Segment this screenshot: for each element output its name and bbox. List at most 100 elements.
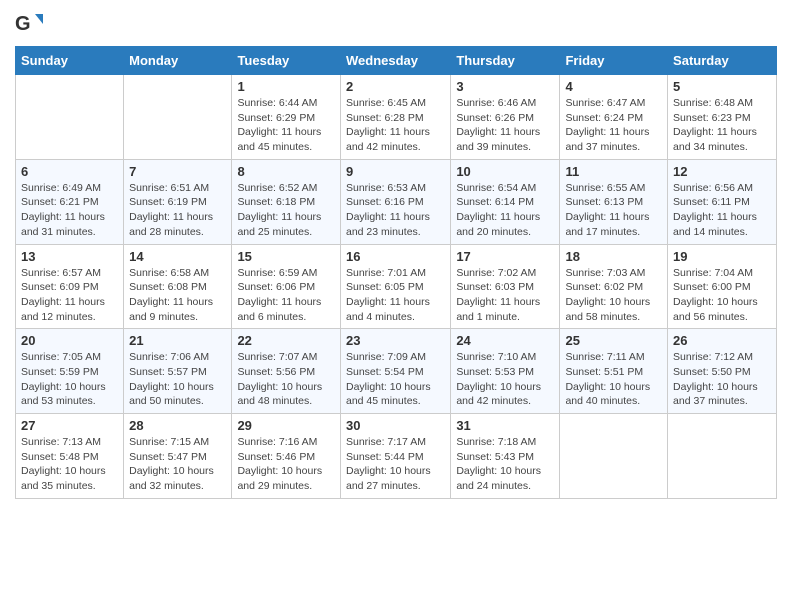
col-header-tuesday: Tuesday [232, 47, 341, 75]
week-row-3: 13Sunrise: 6:57 AM Sunset: 6:09 PM Dayli… [16, 244, 777, 329]
day-number: 24 [456, 333, 554, 348]
day-info: Sunrise: 7:01 AM Sunset: 6:05 PM Dayligh… [346, 266, 445, 325]
day-number: 4 [565, 79, 662, 94]
calendar-cell: 1 Sunrise: 6:44 AM Sunset: 6:29 PM Daylig… [232, 75, 341, 160]
calendar-cell: 11 Sunrise: 6:55 AM Sunset: 6:13 PM Dayli… [560, 159, 668, 244]
col-header-saturday: Saturday [668, 47, 777, 75]
page-header: G [15, 10, 777, 38]
calendar-cell: 6 Sunrise: 6:49 AM Sunset: 6:21 PM Daylig… [16, 159, 124, 244]
calendar-cell: 5 Sunrise: 6:48 AM Sunset: 6:23 PM Daylig… [668, 75, 777, 160]
day-info: Sunrise: 6:55 AM Sunset: 6:13 PM Dayligh… [565, 181, 662, 240]
calendar-cell: 25 Sunrise: 7:11 AM Sunset: 5:51 PM Dayli… [560, 329, 668, 414]
day-info: Sunrise: 7:05 AM Sunset: 5:59 PM Dayligh… [21, 350, 118, 409]
day-number: 10 [456, 164, 554, 179]
day-info: Sunrise: 7:10 AM Sunset: 5:53 PM Dayligh… [456, 350, 554, 409]
day-info: Sunrise: 7:16 AM Sunset: 5:46 PM Dayligh… [237, 435, 335, 494]
day-number: 19 [673, 249, 771, 264]
day-info: Sunrise: 6:44 AM Sunset: 6:29 PM Dayligh… [237, 96, 335, 155]
col-header-thursday: Thursday [451, 47, 560, 75]
day-info: Sunrise: 6:47 AM Sunset: 6:24 PM Dayligh… [565, 96, 662, 155]
day-info: Sunrise: 7:06 AM Sunset: 5:57 PM Dayligh… [129, 350, 226, 409]
day-number: 31 [456, 418, 554, 433]
day-info: Sunrise: 7:15 AM Sunset: 5:47 PM Dayligh… [129, 435, 226, 494]
calendar-cell: 29 Sunrise: 7:16 AM Sunset: 5:46 PM Dayli… [232, 414, 341, 499]
day-info: Sunrise: 7:18 AM Sunset: 5:43 PM Dayligh… [456, 435, 554, 494]
calendar-cell [560, 414, 668, 499]
calendar-cell: 26Sunrise: 7:12 AM Sunset: 5:50 PM Dayli… [668, 329, 777, 414]
col-header-wednesday: Wednesday [340, 47, 450, 75]
day-number: 28 [129, 418, 226, 433]
calendar-cell: 8Sunrise: 6:52 AM Sunset: 6:18 PM Daylig… [232, 159, 341, 244]
day-info: Sunrise: 6:53 AM Sunset: 6:16 PM Dayligh… [346, 181, 445, 240]
day-number: 5 [673, 79, 771, 94]
calendar-cell: 17Sunrise: 7:02 AM Sunset: 6:03 PM Dayli… [451, 244, 560, 329]
day-number: 12 [673, 164, 771, 179]
day-info: Sunrise: 7:11 AM Sunset: 5:51 PM Dayligh… [565, 350, 662, 409]
day-info: Sunrise: 6:49 AM Sunset: 6:21 PM Dayligh… [21, 181, 118, 240]
day-info: Sunrise: 6:56 AM Sunset: 6:11 PM Dayligh… [673, 181, 771, 240]
calendar-cell: 19 Sunrise: 7:04 AM Sunset: 6:00 PM Dayli… [668, 244, 777, 329]
day-number: 13 [21, 249, 118, 264]
day-number: 1 [237, 79, 335, 94]
day-number: 30 [346, 418, 445, 433]
day-number: 15 [237, 249, 335, 264]
day-number: 16 [346, 249, 445, 264]
week-row-1: 1 Sunrise: 6:44 AM Sunset: 6:29 PM Daylig… [16, 75, 777, 160]
calendar-cell: 22Sunrise: 7:07 AM Sunset: 5:56 PM Dayli… [232, 329, 341, 414]
calendar-cell: 28 Sunrise: 7:15 AM Sunset: 5:47 PM Dayli… [124, 414, 232, 499]
calendar-cell: 9 Sunrise: 6:53 AM Sunset: 6:16 PM Daylig… [340, 159, 450, 244]
calendar-cell: 4 Sunrise: 6:47 AM Sunset: 6:24 PM Daylig… [560, 75, 668, 160]
day-number: 25 [565, 333, 662, 348]
week-row-5: 27 Sunrise: 7:13 AM Sunset: 5:48 PM Dayli… [16, 414, 777, 499]
logo: G [15, 10, 45, 38]
day-number: 11 [565, 164, 662, 179]
day-number: 27 [21, 418, 118, 433]
calendar-cell: 15 Sunrise: 6:59 AM Sunset: 6:06 PM Dayli… [232, 244, 341, 329]
day-number: 17 [456, 249, 554, 264]
header-row: SundayMondayTuesdayWednesdayThursdayFrid… [16, 47, 777, 75]
day-number: 29 [237, 418, 335, 433]
day-info: Sunrise: 7:04 AM Sunset: 6:00 PM Dayligh… [673, 266, 771, 325]
calendar-cell: 10 Sunrise: 6:54 AM Sunset: 6:14 PM Dayli… [451, 159, 560, 244]
col-header-monday: Monday [124, 47, 232, 75]
calendar-table: SundayMondayTuesdayWednesdayThursdayFrid… [15, 46, 777, 499]
week-row-4: 20 Sunrise: 7:05 AM Sunset: 5:59 PM Dayli… [16, 329, 777, 414]
day-number: 18 [565, 249, 662, 264]
calendar-cell: 2 Sunrise: 6:45 AM Sunset: 6:28 PM Daylig… [340, 75, 450, 160]
week-row-2: 6 Sunrise: 6:49 AM Sunset: 6:21 PM Daylig… [16, 159, 777, 244]
col-header-friday: Friday [560, 47, 668, 75]
day-info: Sunrise: 6:45 AM Sunset: 6:28 PM Dayligh… [346, 96, 445, 155]
calendar-cell: 14Sunrise: 6:58 AM Sunset: 6:08 PM Dayli… [124, 244, 232, 329]
day-number: 22 [237, 333, 335, 348]
day-info: Sunrise: 7:03 AM Sunset: 6:02 PM Dayligh… [565, 266, 662, 325]
day-info: Sunrise: 7:09 AM Sunset: 5:54 PM Dayligh… [346, 350, 445, 409]
day-info: Sunrise: 6:54 AM Sunset: 6:14 PM Dayligh… [456, 181, 554, 240]
day-info: Sunrise: 6:52 AM Sunset: 6:18 PM Dayligh… [237, 181, 335, 240]
calendar-cell: 12 Sunrise: 6:56 AM Sunset: 6:11 PM Dayli… [668, 159, 777, 244]
calendar-cell: 23 Sunrise: 7:09 AM Sunset: 5:54 PM Dayli… [340, 329, 450, 414]
day-info: Sunrise: 7:13 AM Sunset: 5:48 PM Dayligh… [21, 435, 118, 494]
day-number: 2 [346, 79, 445, 94]
day-number: 14 [129, 249, 226, 264]
day-number: 9 [346, 164, 445, 179]
day-number: 23 [346, 333, 445, 348]
day-number: 6 [21, 164, 118, 179]
calendar-cell: 31 Sunrise: 7:18 AM Sunset: 5:43 PM Dayli… [451, 414, 560, 499]
day-info: Sunrise: 6:46 AM Sunset: 6:26 PM Dayligh… [456, 96, 554, 155]
calendar-cell [668, 414, 777, 499]
day-number: 20 [21, 333, 118, 348]
calendar-cell: 30 Sunrise: 7:17 AM Sunset: 5:44 PM Dayli… [340, 414, 450, 499]
day-info: Sunrise: 6:48 AM Sunset: 6:23 PM Dayligh… [673, 96, 771, 155]
day-number: 7 [129, 164, 226, 179]
calendar-cell: 21 Sunrise: 7:06 AM Sunset: 5:57 PM Dayli… [124, 329, 232, 414]
calendar-cell [124, 75, 232, 160]
calendar-cell [16, 75, 124, 160]
svg-text:G: G [15, 13, 31, 35]
day-info: Sunrise: 6:59 AM Sunset: 6:06 PM Dayligh… [237, 266, 335, 325]
day-number: 21 [129, 333, 226, 348]
logo-icon: G [15, 10, 43, 38]
calendar-cell: 7Sunrise: 6:51 AM Sunset: 6:19 PM Daylig… [124, 159, 232, 244]
day-info: Sunrise: 7:17 AM Sunset: 5:44 PM Dayligh… [346, 435, 445, 494]
calendar-cell: 20 Sunrise: 7:05 AM Sunset: 5:59 PM Dayli… [16, 329, 124, 414]
col-header-sunday: Sunday [16, 47, 124, 75]
